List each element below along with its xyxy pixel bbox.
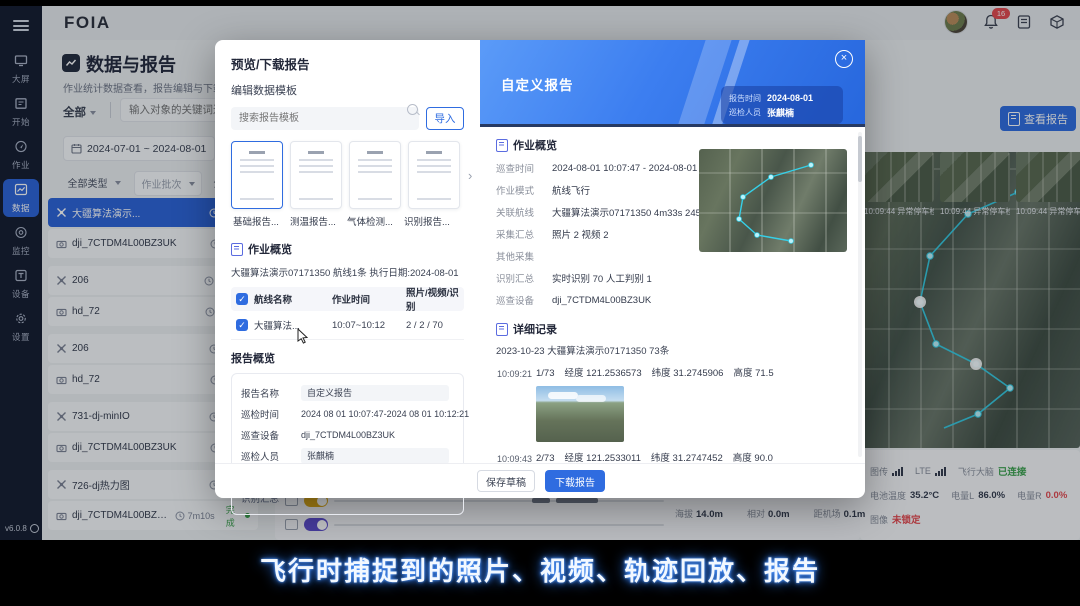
record-group-title: 2023-10-23 大疆算法演示07171350 73条 — [496, 343, 849, 357]
record-meta-item: 1/73 — [536, 368, 555, 379]
record-meta-item: 经度 121.2536573 — [565, 368, 642, 379]
report-editor-panel: 预览/下载报告 编辑数据模板 导入 › 基础报告... 测温报告... 气体检测..… — [215, 40, 480, 464]
template-label: 基础报告... — [231, 214, 281, 228]
preview-field-label: 作业模式 — [496, 183, 542, 197]
detail-record: 10:09:43异常停车检2/73经度 121.2533011纬度 31.274… — [496, 450, 849, 464]
field-value: 2024 08 01 10:07:47-2024 08 01 10:12:21 — [301, 409, 469, 419]
field-value: dji_7CTDM4L00BZ3UK — [301, 430, 395, 440]
preview-field-value: 航线飞行 — [552, 183, 590, 197]
preview-field-value: dji_7CTDM4L00BZ3UK — [552, 295, 651, 306]
preview-field-value: 大疆算法演示07171350 4m33s 2453m — [552, 205, 714, 219]
job-table-column: 照片/视频/识别 — [406, 285, 459, 313]
preview-field-label: 巡查设备 — [496, 293, 542, 307]
preview-map-image — [699, 149, 847, 252]
report-preview-panel: 自定义报告 × 报告时间 2024-08-01 巡检人员张麒楠 作业概览 巡查时间2… — [480, 40, 865, 464]
record-meta-item: 纬度 31.2745906 — [652, 368, 724, 379]
preview-header: 自定义报告 × 报告时间 2024-08-01 巡检人员张麒楠 — [480, 40, 865, 127]
preview-meta-card: 报告时间 2024-08-01 巡检人员张麒楠 — [721, 86, 843, 124]
edit-template-label: 编辑数据模板 — [231, 82, 464, 98]
field-label: 巡检时间 — [241, 407, 293, 421]
field-input[interactable] — [301, 448, 449, 464]
select-all-checkbox[interactable]: ✓ — [236, 293, 248, 305]
caption-subtitle: 飞行时捕捉到的照片、视频、轨迹回放、报告 — [0, 551, 1080, 588]
meta-row: 巡检人员张麒楠 — [729, 105, 835, 119]
form-row: 报告名称 — [241, 382, 454, 403]
detail-records-heading: 详细记录 — [496, 321, 849, 337]
template-label: 识别报告... — [402, 214, 452, 228]
record-time: 10:09:21 — [496, 369, 532, 379]
import-button[interactable]: 导入 — [426, 107, 464, 130]
job-table-header: ✓ 航线名称作业时间照片/视频/识别 — [231, 287, 464, 311]
field-label: 巡查设备 — [241, 428, 293, 442]
preview-field-label: 识别汇总 — [496, 271, 542, 285]
chevron-right-icon[interactable]: › — [468, 168, 472, 183]
preview-field-label: 其他采集 — [496, 249, 542, 263]
preview-field: 巡查设备 dji_7CTDM4L00BZ3UK — [496, 289, 849, 311]
report-overview-heading: 报告概览 — [231, 350, 464, 366]
media-counts: 2 / 2 / 70 — [406, 320, 459, 331]
field-input[interactable] — [301, 385, 449, 401]
meta-label: 巡检人员 — [729, 107, 761, 118]
job-table-column: 航线名称 — [254, 292, 326, 306]
row-checkbox[interactable]: ✓ — [236, 319, 248, 331]
template-card[interactable] — [408, 141, 460, 209]
modal-title: 预览/下载报告 — [231, 54, 464, 73]
preview-field-value: 照片 2 视频 2 — [552, 227, 609, 241]
app-window: FOIA 16 大屏开始作业数据监控设备设置 v6.0.8 — [0, 6, 1080, 540]
preview-field-label: 采集汇总 — [496, 227, 542, 241]
search-icon — [407, 104, 418, 115]
record-photos — [536, 386, 849, 442]
job-summary: 大疆算法演示07171350 航线1条 执行日期:2024-08-01 — [231, 265, 464, 279]
modal-footer: 保存草稿 下载报告 — [215, 463, 865, 498]
record-meta-item: 高度 71.5 — [733, 368, 773, 379]
download-report-button[interactable]: 下载报告 — [545, 470, 605, 492]
preview-field-label: 巡查时间 — [496, 161, 542, 175]
template-card[interactable] — [290, 141, 342, 209]
overview-doc-icon — [231, 243, 243, 256]
mouse-cursor — [297, 328, 309, 349]
preview-scrollbar — [858, 132, 862, 457]
field-label: 巡检人员 — [241, 449, 293, 463]
overview-doc-icon — [496, 139, 508, 152]
meta-value: 2024-08-01 — [767, 93, 813, 103]
form-row: 巡检时间2024 08 01 10:07:47-2024 08 01 10:12… — [241, 403, 454, 424]
job-table-row[interactable]: ✓ 大疆算法... 10:07~10:12 2 / 2 / 70 — [231, 311, 464, 340]
route-name: 大疆算法... — [254, 318, 326, 332]
job-time: 10:07~10:12 — [332, 320, 400, 331]
template-card[interactable] — [349, 141, 401, 209]
preview-body: 作业概览 巡查时间2024-08-01 10:07:47 - 2024-08-0… — [480, 127, 865, 464]
detail-record: 10:09:21 1/73 经度 121.2536573 纬度 31.2745906 高… — [496, 365, 849, 442]
preview-title: 自定义报告 — [501, 74, 574, 94]
preview-field-value: 实时识别 70 人工判别 1 — [552, 271, 652, 285]
meta-value: 张麒楠 — [767, 106, 794, 119]
record-meta: 2/73经度 121.2533011纬度 31.2747452高度 90.0 — [536, 450, 849, 464]
form-row: 巡查设备 dji_7CTDM4L00BZ3UK — [241, 424, 454, 445]
report-modal: 预览/下载报告 编辑数据模板 导入 › 基础报告... 测温报告... 气体检测..… — [215, 40, 865, 498]
records-doc-icon — [496, 323, 508, 336]
template-search-input[interactable] — [231, 107, 419, 130]
close-icon[interactable]: × — [835, 50, 853, 68]
template-label: 测温报告... — [288, 214, 338, 228]
record-meta: 1/73 经度 121.2536573 纬度 31.2745906 高度 71.5 — [536, 365, 849, 379]
save-draft-button[interactable]: 保存草稿 — [477, 470, 535, 492]
job-table-column: 作业时间 — [332, 292, 400, 306]
meta-label: 报告时间 — [729, 93, 761, 104]
record-photo[interactable] — [536, 386, 624, 442]
job-overview-heading: 作业概览 — [231, 241, 464, 257]
template-card[interactable] — [231, 141, 283, 209]
template-label: 气体检测... — [345, 214, 395, 228]
scrollbar-thumb[interactable] — [858, 136, 862, 182]
preview-field-label: 关联航线 — [496, 205, 542, 219]
field-label: 报告名称 — [241, 386, 293, 400]
preview-field: 识别汇总实时识别 70 人工判别 1 — [496, 267, 849, 289]
video-frame: FOIA 16 大屏开始作业数据监控设备设置 v6.0.8 — [0, 0, 1080, 606]
meta-row: 报告时间 2024-08-01 — [729, 91, 835, 105]
